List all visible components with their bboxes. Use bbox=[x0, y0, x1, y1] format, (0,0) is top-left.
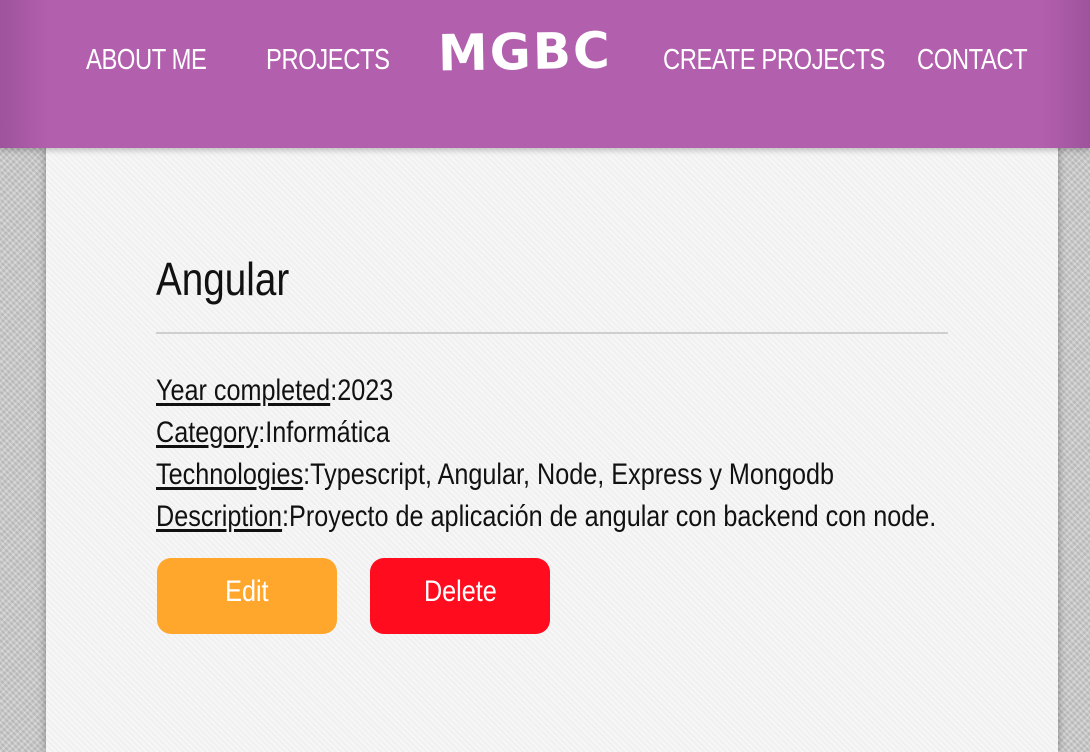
title-divider bbox=[156, 332, 948, 334]
category-label: Category bbox=[156, 416, 259, 449]
delete-button[interactable]: Delete bbox=[370, 558, 550, 634]
project-description-row: Description:Proyecto de aplicación de an… bbox=[156, 497, 936, 537]
top-navigation-bar: ABOUT ME PROJECTS MGBC CREATE PROJECTS C… bbox=[0, 0, 1090, 148]
nav-link-create-projects[interactable]: CREATE PROJECTS bbox=[663, 40, 885, 80]
nav-link-projects[interactable]: PROJECTS bbox=[266, 40, 390, 80]
year-value: 2023 bbox=[337, 374, 394, 407]
category-value: Informática bbox=[265, 416, 390, 449]
project-technologies-row: Technologies:Typescript, Angular, Node, … bbox=[156, 455, 834, 495]
header-fade-left bbox=[0, 0, 48, 148]
technologies-label: Technologies bbox=[156, 458, 304, 491]
description-label: Description bbox=[156, 500, 283, 533]
year-label: Year completed bbox=[156, 374, 331, 407]
header-fade-right bbox=[1042, 0, 1090, 148]
nav-link-contact[interactable]: CONTACT bbox=[917, 40, 1028, 80]
edit-button-label: Edit bbox=[225, 575, 269, 608]
edit-button[interactable]: Edit bbox=[157, 558, 337, 634]
year-colon: : bbox=[330, 374, 338, 407]
project-title: Angular bbox=[156, 253, 290, 305]
technologies-value: Typescript, Angular, Node, Express y Mon… bbox=[310, 458, 834, 491]
delete-button-label: Delete bbox=[423, 575, 497, 608]
site-logo[interactable]: MGBC bbox=[437, 20, 613, 83]
nav-link-about-me[interactable]: ABOUT ME bbox=[86, 40, 207, 80]
description-value: Proyecto de aplicación de angular con ba… bbox=[289, 500, 937, 533]
project-category-row: Category:Informática bbox=[156, 413, 390, 453]
project-year-row: Year completed:2023 bbox=[156, 371, 393, 411]
